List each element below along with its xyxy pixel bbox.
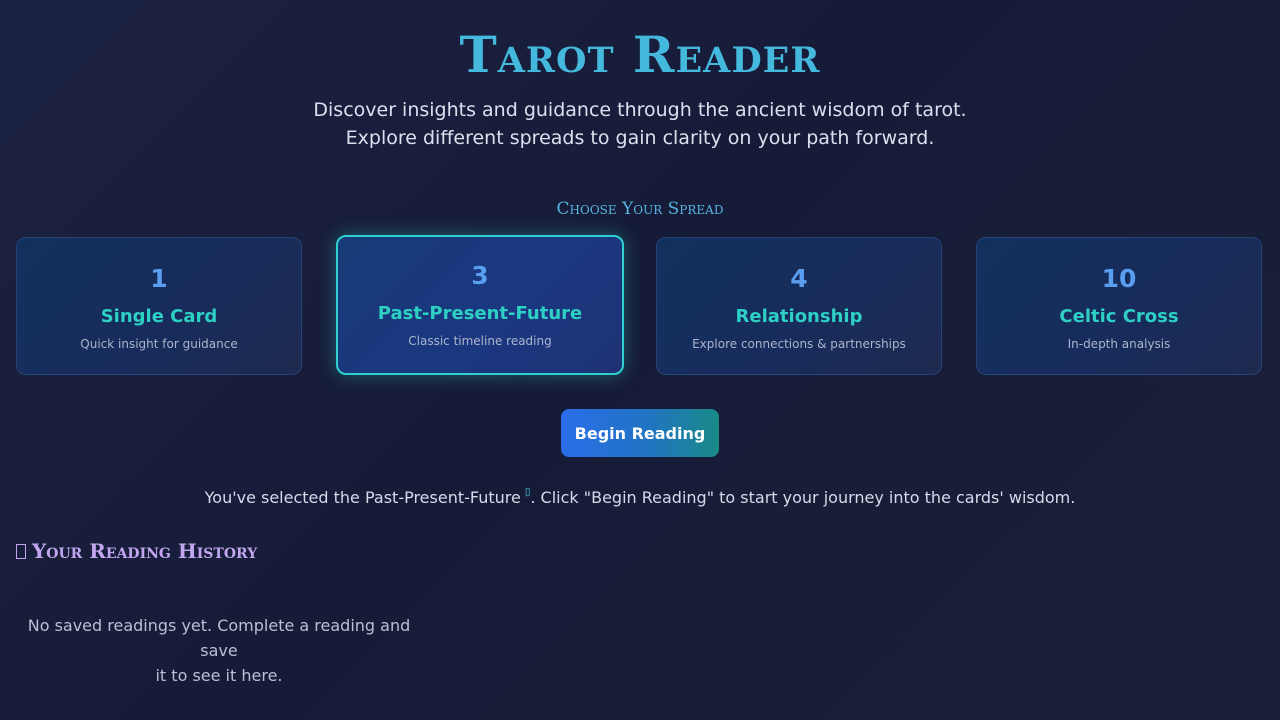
spread-card-description: Classic timeline reading — [408, 334, 552, 348]
reading-history-title: Your Reading History — [32, 539, 258, 563]
page-subtitle: Discover insights and guidance through t… — [0, 96, 1280, 152]
spread-card-count: 4 — [790, 264, 808, 293]
spread-card-count: 3 — [471, 261, 489, 290]
empty-history-line-2: it to see it here. — [155, 666, 283, 685]
spread-card-description: In-depth analysis — [1067, 337, 1171, 351]
empty-history-line-1: No saved readings yet. Complete a readin… — [27, 616, 411, 660]
spread-card-single-card[interactable]: 1 Single Card Quick insight for guidance — [16, 237, 302, 375]
reading-history-heading: Your Reading History — [16, 538, 257, 564]
spread-card-description: Explore connections & partnerships — [692, 337, 906, 351]
spread-card-count: 10 — [1101, 264, 1137, 293]
empty-history-message: No saved readings yet. Complete a readin… — [14, 613, 424, 688]
spread-card-relationship[interactable]: 4 Relationship Explore connections & par… — [656, 237, 942, 375]
spread-card-count: 1 — [150, 264, 168, 293]
spread-section-label: Choose Your Spread — [556, 199, 724, 219]
spread-card-celtic-cross[interactable]: 10 Celtic Cross In-depth analysis — [976, 237, 1262, 375]
selection-message-prefix: You've selected the Past-Present-Future — [204, 488, 521, 507]
spread-card-past-present-future[interactable]: 3 Past-Present-Future Classic timeline r… — [336, 235, 624, 375]
spread-card-description: Quick insight for guidance — [80, 337, 238, 351]
spread-card-name: Single Card — [100, 306, 218, 327]
spread-card-name: Relationship — [735, 306, 863, 327]
begin-reading-button[interactable]: Begin Reading — [561, 409, 719, 457]
page-title: Tarot Reader — [459, 25, 821, 84]
book-icon — [16, 544, 26, 559]
subtitle-line-2: Explore different spreads to gain clarit… — [345, 127, 935, 149]
spread-card-name: Past-Present-Future — [377, 303, 583, 324]
spread-card-name: Celtic Cross — [1059, 306, 1179, 327]
selection-message-suffix: . Click "Begin Reading" to start your jo… — [530, 488, 1076, 507]
selection-message: You've selected the Past-Present-Future ▯… — [0, 481, 1280, 510]
subtitle-line-1: Discover insights and guidance through t… — [313, 99, 967, 121]
